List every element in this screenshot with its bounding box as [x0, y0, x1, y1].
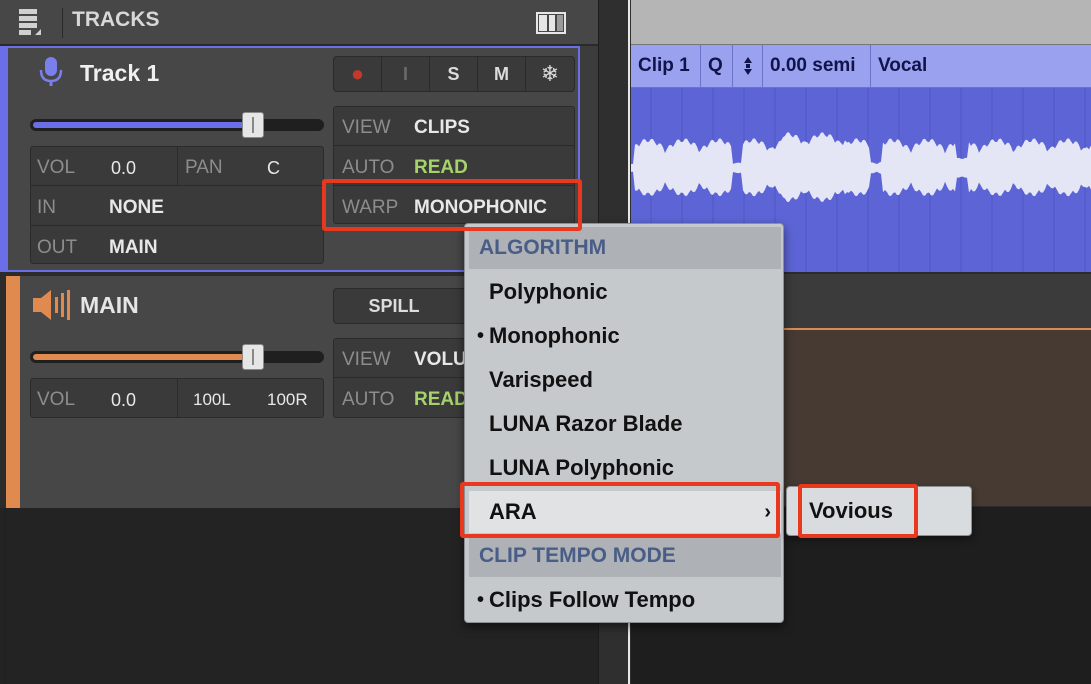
waveform-shape	[631, 132, 1091, 202]
main-track-name[interactable]: MAIN	[80, 292, 139, 319]
panel-divider	[334, 145, 574, 146]
view-select[interactable]: CLIPS	[414, 117, 470, 139]
auto-label: AUTO	[342, 157, 395, 178]
main-color-strip	[6, 276, 20, 508]
main-fader-fill	[33, 354, 251, 360]
clip-pitch-value[interactable]: 0.00 semi	[763, 45, 871, 87]
timeline-ruler[interactable]	[631, 0, 1091, 45]
pan-right-value[interactable]: 100R	[267, 390, 308, 410]
track1-name[interactable]: Track 1	[80, 60, 159, 87]
clip-name[interactable]: Clip 1	[631, 45, 701, 87]
solo-button[interactable]: S	[430, 57, 478, 91]
speaker-icon	[33, 290, 70, 320]
vol-value[interactable]: 0.0	[111, 390, 136, 411]
menu-item-luna-razor-blade[interactable]: LUNA Razor Blade	[469, 403, 781, 445]
header-separator	[62, 8, 63, 38]
track1-fader-fill	[33, 122, 251, 128]
input-monitor-button[interactable]: I	[382, 57, 430, 91]
vol-label: VOL	[37, 389, 76, 410]
track1-volume-fader[interactable]	[30, 112, 324, 138]
selected-bullet: •	[477, 325, 485, 347]
clip-pitch-icon[interactable]	[733, 45, 763, 87]
menu-item-varispeed[interactable]: Varispeed	[469, 359, 781, 401]
track-list-icon[interactable]	[18, 8, 42, 36]
track1-fader-handle[interactable]	[242, 112, 264, 138]
main-vol-panel: VOL 0.0 100L 100R	[30, 378, 324, 418]
auto-select[interactable]: READ	[414, 389, 468, 411]
panel-divider	[31, 185, 323, 186]
clip-track-label: Vocal	[878, 55, 928, 76]
menu-section-algorithm: ALGORITHM	[469, 227, 781, 269]
main-volume-lane	[780, 330, 1091, 506]
main-volume-line[interactable]	[780, 328, 1091, 330]
out-label: OUT	[37, 237, 78, 258]
pan-left-value[interactable]: 100L	[193, 390, 231, 410]
left-edge	[4, 508, 6, 684]
view-label: VIEW	[342, 117, 391, 138]
panel-divider	[334, 377, 482, 378]
output-select[interactable]: MAIN	[109, 237, 158, 259]
vol-value[interactable]: 0.0	[111, 158, 136, 179]
pan-value[interactable]: C	[267, 158, 280, 179]
record-button[interactable]: ●	[334, 57, 382, 91]
panel-layout-icon[interactable]	[536, 12, 566, 34]
panel-divider-vertical	[177, 379, 178, 417]
main-fader-handle[interactable]	[242, 344, 264, 370]
spill-button[interactable]: SPILL	[334, 289, 454, 323]
menu-item-polyphonic[interactable]: Polyphonic	[469, 271, 781, 313]
track1-button-bar: ● I S M ❄	[333, 56, 575, 92]
input-select[interactable]: NONE	[109, 197, 164, 219]
microphone-icon	[39, 57, 63, 86]
clip-header[interactable]: Clip 1 Q 0.00 semi Vocal	[631, 45, 1091, 88]
track1-io-panel: VOL 0.0 PAN C IN NONE OUT MAIN	[30, 146, 324, 264]
main-view-panel: VIEW VOLU AUTO READ	[333, 338, 483, 418]
selected-bullet: •	[477, 589, 485, 611]
menu-item-monophonic[interactable]: • Monophonic	[469, 315, 781, 357]
vol-label: VOL	[37, 157, 76, 178]
menu-item-clips-follow-tempo[interactable]: • Clips Follow Tempo	[469, 579, 781, 621]
main-volume-fader[interactable]	[30, 344, 324, 370]
highlight-ara	[460, 482, 780, 538]
freeze-icon[interactable]: ❄	[526, 57, 574, 91]
menu-section-clip-tempo-mode: CLIP TEMPO MODE	[469, 535, 781, 577]
in-label: IN	[37, 197, 56, 218]
view-label: VIEW	[342, 349, 391, 370]
warp-algorithm-menu: ALGORITHM Polyphonic • Monophonic Varisp…	[464, 223, 784, 623]
highlight-vovious	[798, 484, 918, 538]
auto-select[interactable]: READ	[414, 157, 468, 179]
clip-quantize[interactable]: Q	[701, 45, 733, 87]
main-button-bar: SPILL	[333, 288, 483, 324]
highlight-warp	[322, 179, 582, 231]
menu-item-label: Clips Follow Tempo	[489, 587, 696, 612]
mute-button[interactable]: M	[478, 57, 526, 91]
menu-item-label: Monophonic	[489, 323, 620, 348]
auto-label: AUTO	[342, 389, 395, 410]
view-select[interactable]: VOLU	[414, 349, 467, 371]
panel-divider	[31, 225, 323, 226]
tracks-title: TRACKS	[72, 8, 160, 31]
pan-label: PAN	[185, 157, 223, 178]
panel-divider-vertical	[177, 147, 178, 185]
